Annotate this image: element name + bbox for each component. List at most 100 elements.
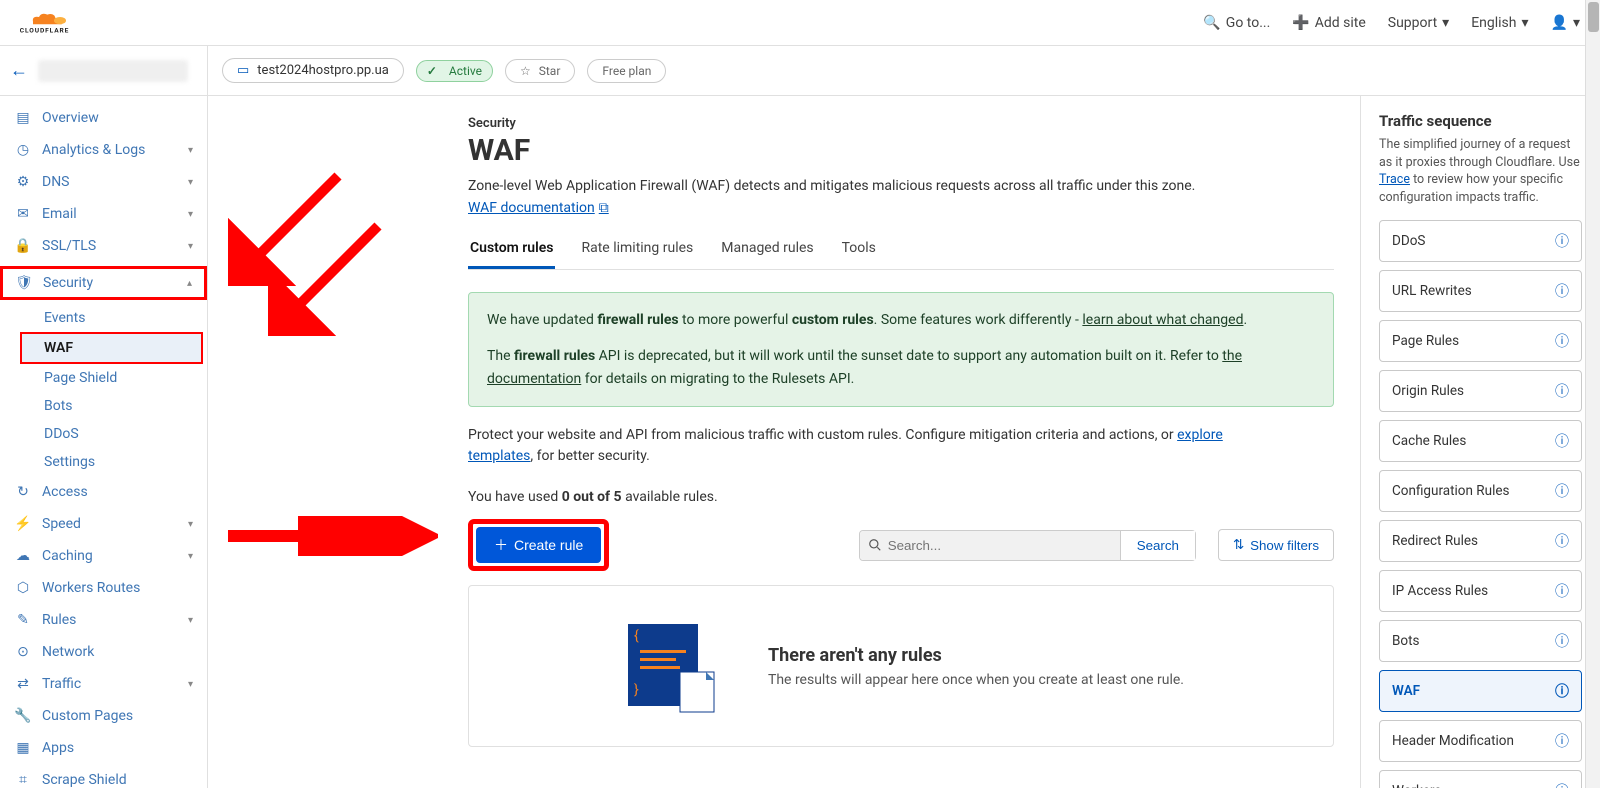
- analytics-icon: ◷: [14, 142, 32, 158]
- seq-item-redirect-rules[interactable]: Redirect Rulesⓘ: [1379, 520, 1582, 562]
- lock-icon: 🔒: [14, 238, 32, 254]
- search-input[interactable]: [860, 531, 1120, 560]
- aside-desc: The simplified journey of a request as i…: [1379, 136, 1582, 206]
- seq-item-header-modification[interactable]: Header Modificationⓘ: [1379, 720, 1582, 762]
- caching-icon: ☁: [14, 548, 32, 564]
- aside-title: Traffic sequence: [1379, 112, 1582, 130]
- chevron-down-icon: ▾: [188, 551, 193, 562]
- show-filters-button[interactable]: ⇅Show filters: [1218, 529, 1334, 561]
- access-icon: ↻: [14, 484, 32, 500]
- apps-icon: ▦: [14, 740, 32, 756]
- sidebar-item-access[interactable]: ↻Access: [0, 476, 207, 508]
- network-icon: ⊙: [14, 644, 32, 660]
- caret-down-icon: ▾: [1573, 15, 1580, 31]
- create-rule-button[interactable]: ＋Create rule: [476, 527, 601, 563]
- domain-pill[interactable]: ▭ test2024hostpro.pp.ua: [222, 58, 404, 83]
- seq-item-origin-rules[interactable]: Origin Rulesⓘ: [1379, 370, 1582, 412]
- tab-tools[interactable]: Tools: [840, 230, 878, 269]
- sidebar-item-workers[interactable]: ⬡Workers Routes: [0, 572, 207, 604]
- sidebar-item-speed[interactable]: ⚡Speed▾: [0, 508, 207, 540]
- sidebar-sub-waf[interactable]: WAF: [20, 332, 203, 364]
- breadcrumb: Security: [468, 116, 1334, 131]
- star-pill[interactable]: Star: [505, 59, 575, 83]
- sidebar-item-ssl[interactable]: 🔒SSL/TLS▾: [0, 230, 207, 262]
- annotation-box-security: 🛡Security▴: [0, 266, 207, 300]
- sidebar-item-analytics[interactable]: ◷Analytics & Logs▾: [0, 134, 207, 166]
- waf-doc-link[interactable]: WAF documentation ⧉: [468, 200, 609, 216]
- chevron-down-icon: ▾: [188, 209, 193, 220]
- sidebar-sub-events[interactable]: Events: [0, 304, 207, 332]
- sidebar-sub-settings[interactable]: Settings: [0, 448, 207, 476]
- info-banner: We have updated firewall rules to more p…: [468, 292, 1334, 407]
- add-site-link[interactable]: ➕ Add site: [1292, 15, 1365, 31]
- traffic-icon: ⇄: [14, 676, 32, 692]
- sidebar-sub-bots[interactable]: Bots: [0, 392, 207, 420]
- page-title: WAF: [468, 133, 1334, 168]
- learn-changed-link[interactable]: learn about what changed: [1082, 312, 1243, 328]
- page-description: Zone-level Web Application Firewall (WAF…: [468, 178, 1288, 194]
- sidebar-item-email[interactable]: ✉Email▾: [0, 198, 207, 230]
- trace-link[interactable]: Trace: [1379, 172, 1410, 187]
- support-menu[interactable]: Support ▾: [1388, 15, 1449, 31]
- tab-custom-rules[interactable]: Custom rules: [468, 230, 555, 269]
- seq-item-cache-rules[interactable]: Cache Rulesⓘ: [1379, 420, 1582, 462]
- info-icon: ⓘ: [1555, 431, 1569, 451]
- overview-icon: ▤: [14, 110, 32, 126]
- info-icon: ⓘ: [1555, 381, 1569, 401]
- seq-item-page-rules[interactable]: Page Rulesⓘ: [1379, 320, 1582, 362]
- caret-down-icon: ▾: [1442, 15, 1449, 31]
- empty-title: There aren't any rules: [768, 645, 1184, 666]
- plan-pill[interactable]: Free plan: [587, 59, 666, 83]
- sidebar-item-scrapeshield[interactable]: ⌗Scrape Shield: [0, 764, 207, 788]
- tab-rate-limiting[interactable]: Rate limiting rules: [579, 230, 695, 269]
- info-icon: ⓘ: [1555, 281, 1569, 301]
- info-icon: ⓘ: [1555, 631, 1569, 651]
- cloudflare-logo[interactable]: CLOUDFLARE: [15, 8, 87, 38]
- tab-managed-rules[interactable]: Managed rules: [719, 230, 815, 269]
- empty-illustration: { }: [618, 616, 728, 716]
- sidebar-sub-ddos[interactable]: DDoS: [0, 420, 207, 448]
- chevron-up-icon: ▴: [187, 278, 192, 289]
- sidebar-item-apps[interactable]: ▦Apps: [0, 732, 207, 764]
- wrench-icon: 🔧: [14, 708, 32, 724]
- sidebar-item-traffic[interactable]: ⇄Traffic▾: [0, 668, 207, 700]
- scrollbar-thumb[interactable]: [1588, 2, 1599, 32]
- sidebar-item-caching[interactable]: ☁Caching▾: [0, 540, 207, 572]
- language-menu[interactable]: English ▾: [1471, 15, 1528, 31]
- speed-icon: ⚡: [14, 516, 32, 532]
- user-icon: 👤: [1551, 15, 1568, 31]
- sidebar-item-overview[interactable]: ▤Overview: [0, 102, 207, 134]
- goto-link[interactable]: 🔍 Go to...: [1203, 15, 1270, 31]
- seq-item-url-rewrites[interactable]: URL Rewritesⓘ: [1379, 270, 1582, 312]
- search-icon: 🔍: [1203, 15, 1220, 31]
- external-link-icon: ⧉: [599, 200, 609, 216]
- caret-down-icon: ▾: [1522, 15, 1529, 31]
- seq-item-configuration-rules[interactable]: Configuration Rulesⓘ: [1379, 470, 1582, 512]
- sidebar-sub-pageshield[interactable]: Page Shield: [0, 364, 207, 392]
- info-icon: ⓘ: [1555, 581, 1569, 601]
- user-menu[interactable]: 👤 ▾: [1551, 15, 1580, 31]
- chevron-down-icon: ▾: [188, 241, 193, 252]
- seq-item-workers[interactable]: Workersⓘ: [1379, 770, 1582, 788]
- seq-item-ip-access-rules[interactable]: IP Access Rulesⓘ: [1379, 570, 1582, 612]
- browser-icon: ▭: [237, 63, 249, 78]
- sidebar-item-dns[interactable]: ⚙DNS▾: [0, 166, 207, 198]
- info-icon: ⓘ: [1555, 331, 1569, 351]
- seq-item-ddos[interactable]: DDoSⓘ: [1379, 220, 1582, 262]
- back-icon[interactable]: ←: [10, 60, 28, 81]
- scrollbar[interactable]: [1585, 0, 1600, 788]
- usage-text: You have used 0 out of 5 available rules…: [468, 489, 1334, 505]
- sidebar: ▤Overview ◷Analytics & Logs▾ ⚙DNS▾ ✉Emai…: [0, 96, 208, 788]
- sidebar-item-network[interactable]: ⊙Network: [0, 636, 207, 668]
- search-button[interactable]: Search: [1120, 531, 1195, 560]
- seq-item-waf[interactable]: WAFⓘ: [1379, 670, 1582, 712]
- traffic-sequence-panel: Traffic sequence The simplified journey …: [1360, 96, 1600, 788]
- empty-state: { } There aren't any rules The results w…: [468, 585, 1334, 747]
- annotation-arrow: [218, 516, 438, 556]
- seq-item-bots[interactable]: Botsⓘ: [1379, 620, 1582, 662]
- status-pill: Active: [416, 60, 493, 82]
- sidebar-item-security[interactable]: 🛡Security▴: [3, 269, 204, 297]
- sidebar-item-custompages[interactable]: 🔧Custom Pages: [0, 700, 207, 732]
- info-icon: ⓘ: [1555, 231, 1569, 251]
- sidebar-item-rules[interactable]: ✎Rules▾: [0, 604, 207, 636]
